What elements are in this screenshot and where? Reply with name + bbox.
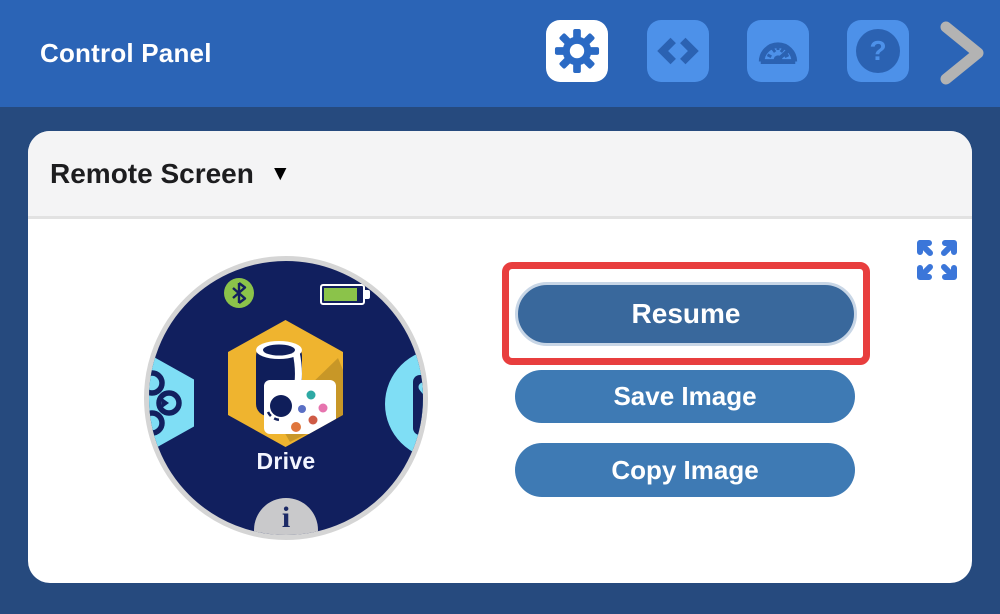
expand-button[interactable] — [912, 235, 962, 285]
forward-chevron-button[interactable] — [933, 18, 991, 93]
help-button[interactable]: ? — [847, 20, 909, 82]
code-icon — [655, 28, 701, 74]
remote-screen-preview[interactable]: Drive — [144, 256, 428, 540]
help-question-glyph: ? — [869, 37, 886, 65]
top-bar: Control Panel — [0, 0, 1000, 107]
save-image-button[interactable]: Save Image — [515, 370, 855, 423]
control-panel-window: Control Panel — [0, 0, 1000, 614]
drive-app-icon[interactable] — [228, 320, 343, 447]
remote-screen-card: Remote Screen ▼ — [28, 131, 972, 583]
page-title: Control Panel — [40, 0, 212, 107]
info-icon: i — [282, 501, 290, 540]
copy-image-button[interactable]: Copy Image — [515, 443, 855, 497]
settings-gear-icon — [554, 28, 600, 74]
help-icon: ? — [856, 29, 900, 73]
battery-icon — [320, 284, 365, 305]
forward-chevron-icon — [933, 75, 991, 92]
moves-hexagon-icon — [144, 356, 194, 450]
settings-button[interactable] — [546, 20, 608, 82]
speedometer-icon — [755, 28, 801, 74]
program-icon — [385, 349, 428, 459]
highlight-annotation: Resume — [502, 262, 870, 365]
drive-app-label: Drive — [149, 448, 423, 475]
expand-arrows-icon — [912, 272, 962, 289]
collapse-caret-icon[interactable]: ▼ — [270, 162, 291, 186]
resume-button[interactable]: Resume — [515, 282, 857, 346]
card-title: Remote Screen — [50, 158, 254, 190]
card-header: Remote Screen ▼ — [28, 131, 972, 219]
bluetooth-icon — [224, 278, 254, 308]
speedometer-button[interactable] — [747, 20, 809, 82]
code-button[interactable] — [647, 20, 709, 82]
info-tab[interactable]: i — [254, 498, 318, 540]
